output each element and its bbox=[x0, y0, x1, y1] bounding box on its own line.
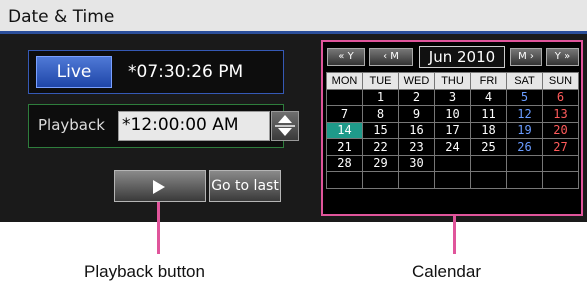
window-titlebar: Date & Time bbox=[0, 0, 587, 34]
calendar-day[interactable]: 3 bbox=[434, 88, 471, 106]
calendar-day[interactable] bbox=[506, 154, 543, 172]
calendar-day[interactable]: 11 bbox=[470, 105, 507, 123]
calendar-day-selected[interactable]: 14 bbox=[326, 121, 363, 139]
calendar-day[interactable]: 6 bbox=[542, 88, 579, 106]
live-button[interactable]: Live bbox=[36, 56, 112, 88]
calendar-day[interactable]: 26 bbox=[506, 138, 543, 156]
calendar-week: 7 8 9 10 11 12 13 bbox=[326, 105, 579, 123]
calendar-day[interactable]: 16 bbox=[398, 121, 435, 139]
spin-up-icon[interactable] bbox=[278, 115, 292, 123]
weekday-header-row: MON TUE WED THU FRI SAT SUN bbox=[326, 72, 579, 90]
go-to-last-button[interactable]: Go to last bbox=[209, 170, 281, 202]
spin-down-icon[interactable] bbox=[278, 128, 292, 136]
calendar-week: 1 2 3 4 5 6 bbox=[326, 88, 579, 106]
playback-button-callout-line bbox=[157, 202, 160, 254]
calendar-callout-line bbox=[453, 216, 456, 254]
calendar-day[interactable]: 8 bbox=[362, 105, 399, 123]
prev-year-button[interactable]: « Y bbox=[327, 48, 365, 66]
calendar-day[interactable]: 9 bbox=[398, 105, 435, 123]
weekday-thu: THU bbox=[434, 72, 471, 90]
calendar-day[interactable]: 5 bbox=[506, 88, 543, 106]
weekday-mon: MON bbox=[326, 72, 363, 90]
window-title: Date & Time bbox=[8, 7, 115, 27]
calendar-day[interactable]: 21 bbox=[326, 138, 363, 156]
calendar-day[interactable]: 24 bbox=[434, 138, 471, 156]
calendar-day[interactable]: 19 bbox=[506, 121, 543, 139]
next-month-button[interactable]: M › bbox=[510, 48, 542, 66]
playback-label: Playback bbox=[38, 116, 105, 134]
calendar-day[interactable]: 20 bbox=[542, 121, 579, 139]
calendar-day[interactable] bbox=[542, 154, 579, 172]
next-year-button[interactable]: Y » bbox=[546, 48, 579, 66]
calendar-week: 21 22 23 24 25 26 27 bbox=[326, 138, 579, 156]
calendar-day[interactable] bbox=[398, 171, 435, 189]
calendar-day[interactable] bbox=[506, 171, 543, 189]
playback-time-value: *12:00:00 AM bbox=[122, 115, 239, 135]
calendar-day[interactable] bbox=[434, 171, 471, 189]
calendar-day[interactable] bbox=[434, 154, 471, 172]
calendar: « Y ‹ M Jun 2010 M › Y » MON TUE WED THU… bbox=[321, 40, 583, 216]
calendar-day[interactable]: 27 bbox=[542, 138, 579, 156]
weekday-sun: SUN bbox=[542, 72, 579, 90]
calendar-day[interactable]: 18 bbox=[470, 121, 507, 139]
calendar-day[interactable] bbox=[326, 171, 363, 189]
playback-time-field[interactable]: *12:00:00 AM bbox=[118, 111, 270, 141]
live-time-display: *07:30:26 PM bbox=[128, 62, 244, 82]
spin-divider bbox=[275, 125, 295, 127]
calendar-day[interactable]: 13 bbox=[542, 105, 579, 123]
calendar-day[interactable] bbox=[542, 171, 579, 189]
calendar-week: 14 15 16 17 18 19 20 bbox=[326, 121, 579, 139]
calendar-day[interactable]: 28 bbox=[326, 154, 363, 172]
calendar-day[interactable]: 15 bbox=[362, 121, 399, 139]
weekday-sat: SAT bbox=[506, 72, 543, 90]
calendar-day[interactable]: 7 bbox=[326, 105, 363, 123]
calendar-nav: « Y ‹ M Jun 2010 M › Y » bbox=[327, 46, 579, 68]
play-icon bbox=[153, 180, 165, 194]
weekday-tue: TUE bbox=[362, 72, 399, 90]
calendar-day[interactable]: 25 bbox=[470, 138, 507, 156]
calendar-day[interactable]: 4 bbox=[470, 88, 507, 106]
weekday-fri: FRI bbox=[470, 72, 507, 90]
playback-button-caption: Playback button bbox=[84, 262, 205, 281]
calendar-week: 28 29 30 bbox=[326, 154, 579, 172]
calendar-day[interactable]: 2 bbox=[398, 88, 435, 106]
calendar-day[interactable]: 17 bbox=[434, 121, 471, 139]
weekday-wed: WED bbox=[398, 72, 435, 90]
calendar-day[interactable]: 12 bbox=[506, 105, 543, 123]
calendar-day[interactable]: 10 bbox=[434, 105, 471, 123]
calendar-day[interactable] bbox=[362, 171, 399, 189]
calendar-grid: MON TUE WED THU FRI SAT SUN 1 2 3 4 5 6 … bbox=[326, 72, 579, 189]
calendar-day[interactable]: 29 bbox=[362, 154, 399, 172]
calendar-day[interactable]: 22 bbox=[362, 138, 399, 156]
month-label: Jun 2010 bbox=[419, 46, 505, 68]
calendar-day[interactable] bbox=[470, 171, 507, 189]
calendar-day[interactable]: 1 bbox=[362, 88, 399, 106]
calendar-caption: Calendar bbox=[412, 262, 481, 281]
prev-month-button[interactable]: ‹ M bbox=[369, 48, 413, 66]
calendar-week bbox=[326, 171, 579, 189]
calendar-day[interactable]: 23 bbox=[398, 138, 435, 156]
calendar-day[interactable] bbox=[470, 154, 507, 172]
playback-time-stepper[interactable] bbox=[271, 111, 299, 141]
calendar-day[interactable] bbox=[326, 88, 363, 106]
calendar-day[interactable]: 30 bbox=[398, 154, 435, 172]
playback-button[interactable] bbox=[114, 170, 206, 202]
